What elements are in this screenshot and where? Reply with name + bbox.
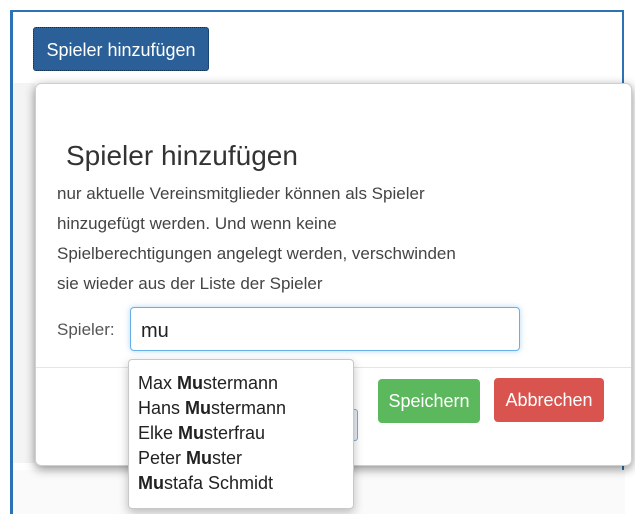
description-line: hinzugefügt werden. Und wenn keine xyxy=(57,214,337,233)
autocomplete-option[interactable]: Hans Mustermann xyxy=(129,396,353,421)
add-player-button[interactable]: Spieler hinzufügen xyxy=(33,27,209,71)
description-line: Spielberechtigungen angelegt werden, ver… xyxy=(57,244,456,263)
description-line: nur aktuelle Vereinsmitglieder können al… xyxy=(57,184,425,203)
modal-description: nur aktuelle Vereinsmitglieder können al… xyxy=(57,179,522,299)
cancel-button[interactable]: Abbrechen xyxy=(494,378,604,422)
autocomplete-option[interactable]: Elke Musterfrau xyxy=(129,421,353,446)
autocomplete-option[interactable]: Peter Muster xyxy=(129,446,353,471)
description-line: sie wieder aus der Liste der Spieler xyxy=(57,274,323,293)
background-panel xyxy=(13,83,35,463)
modal-title: Spieler hinzufügen xyxy=(66,140,298,171)
autocomplete-dropdown: Max Mustermann Hans Mustermann Elke Must… xyxy=(128,359,354,509)
save-button[interactable]: Speichern xyxy=(378,379,480,423)
autocomplete-option[interactable]: Mustafa Schmidt xyxy=(129,471,353,496)
player-field-label: Spieler: xyxy=(57,320,115,339)
autocomplete-option[interactable]: Max Mustermann xyxy=(129,371,353,396)
player-search-input[interactable]: mu xyxy=(130,307,520,351)
